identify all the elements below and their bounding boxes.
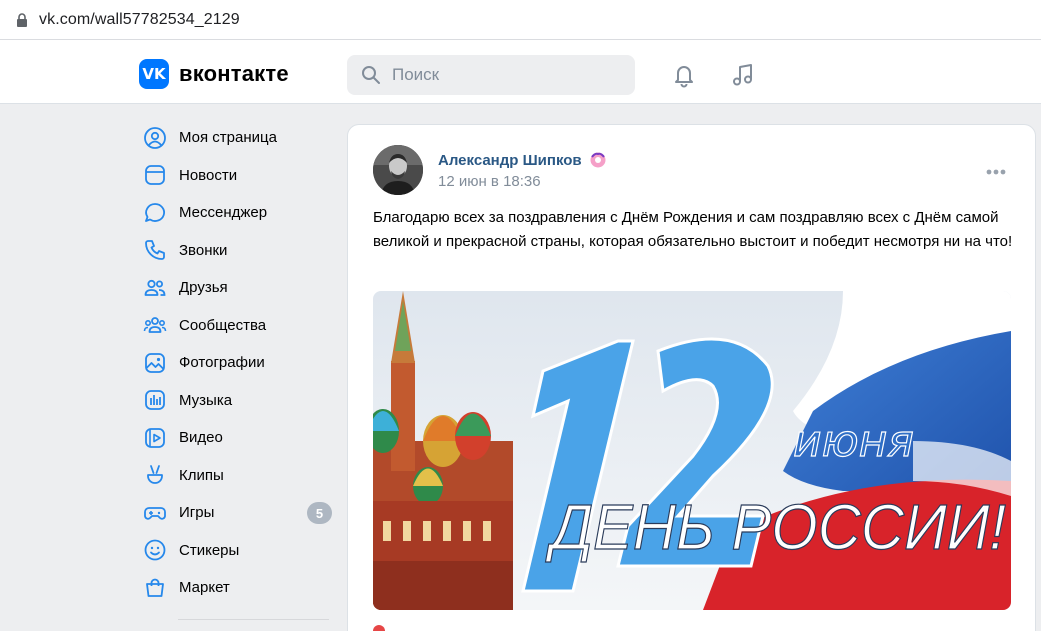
post-date[interactable]: 12 июн в 18:36: [438, 173, 541, 190]
vk-header: VK вконтакте: [0, 40, 1041, 104]
sidebar-item-clips[interactable]: Клипы: [140, 457, 335, 495]
image-headline: ДЕНЬ РОССИИ!: [545, 491, 1006, 563]
menu-divider: [178, 619, 329, 620]
games-count-badge: 5: [307, 502, 332, 524]
sidebar-item-label: Клипы: [179, 466, 224, 484]
sidebar-item-communities[interactable]: Сообщества: [140, 307, 335, 345]
sidebar-item-label: Друзья: [179, 279, 228, 297]
clips-icon: [142, 462, 168, 488]
sidebar-item-label: Фотографии: [179, 354, 265, 372]
video-icon: [142, 425, 168, 451]
market-icon: [142, 575, 168, 601]
bell-icon[interactable]: [670, 61, 698, 89]
sidebar-item-label: Звонки: [179, 241, 228, 259]
search-icon: [361, 65, 381, 85]
sidebar-item-video[interactable]: Видео: [140, 419, 335, 457]
left-menu: Моя страница Новости Мессенджер Звонки Д…: [140, 119, 335, 607]
donut-badge-icon: [589, 151, 607, 169]
sidebar-item-label: Стикеры: [179, 541, 240, 559]
sidebar-item-calls[interactable]: Звонки: [140, 232, 335, 270]
friends-icon: [142, 275, 168, 301]
sidebar-item-label: Игры: [179, 504, 215, 522]
sidebar-item-label: Музыка: [179, 391, 233, 409]
sidebar-item-music[interactable]: Музыка: [140, 382, 335, 420]
sidebar-item-label: Моя страница: [179, 129, 277, 147]
post-author-name[interactable]: Александр Шипков: [438, 152, 582, 169]
sidebar-item-games[interactable]: Игры 5: [140, 494, 335, 532]
communities-icon: [142, 312, 168, 338]
sidebar-item-label: Мессенджер: [179, 204, 268, 222]
sidebar-item-photos[interactable]: Фотографии: [140, 344, 335, 382]
music-note-icon[interactable]: [729, 61, 757, 89]
sidebar-item-messenger[interactable]: Мессенджер: [140, 194, 335, 232]
like-heart-icon[interactable]: [373, 625, 385, 631]
sidebar-item-friends[interactable]: Друзья: [140, 269, 335, 307]
search-input[interactable]: [392, 65, 622, 85]
lock-icon[interactable]: [17, 12, 27, 27]
sidebar-item-label: Сообщества: [179, 316, 267, 334]
url-text[interactable]: vk.com/wall57782534_2129: [39, 11, 240, 29]
games-icon: [142, 500, 168, 526]
vk-logo-text: вконтакте: [179, 61, 289, 86]
vk-logo[interactable]: VK вконтакте: [139, 59, 289, 89]
browser-address-bar[interactable]: vk.com/wall57782534_2129: [0, 0, 1041, 40]
profile-icon: [142, 125, 168, 151]
stickers-icon: [142, 537, 168, 563]
post-author-link[interactable]: Александр Шипков: [438, 151, 607, 169]
sidebar-item-label: Видео: [179, 429, 223, 447]
search-box[interactable]: [347, 55, 635, 95]
wall-post: Александр Шипков 12 июн в 18:36 Благодар…: [347, 124, 1036, 631]
news-icon: [142, 162, 168, 188]
sidebar-item-news[interactable]: Новости: [140, 157, 335, 195]
author-avatar[interactable]: [373, 145, 423, 195]
sidebar-item-label: Новости: [179, 166, 238, 184]
post-image[interactable]: июня ДЕНЬ РОССИИ!: [373, 291, 1011, 610]
sidebar-item-label: Маркет: [179, 579, 230, 597]
vk-logo-mark: VK: [139, 59, 169, 89]
sidebar-item-stickers[interactable]: Стикеры: [140, 532, 335, 570]
phone-icon: [142, 237, 168, 263]
music-icon: [142, 387, 168, 413]
sidebar-item-my-page[interactable]: Моя страница: [140, 119, 335, 157]
photos-icon: [142, 350, 168, 376]
image-subtitle: июня: [793, 416, 914, 467]
messenger-icon: [142, 200, 168, 226]
more-options-icon[interactable]: [985, 163, 1007, 175]
post-text: Благодарю всех за поздравления с Днём Ро…: [373, 209, 1013, 250]
sidebar-item-market[interactable]: Маркет: [140, 569, 335, 607]
